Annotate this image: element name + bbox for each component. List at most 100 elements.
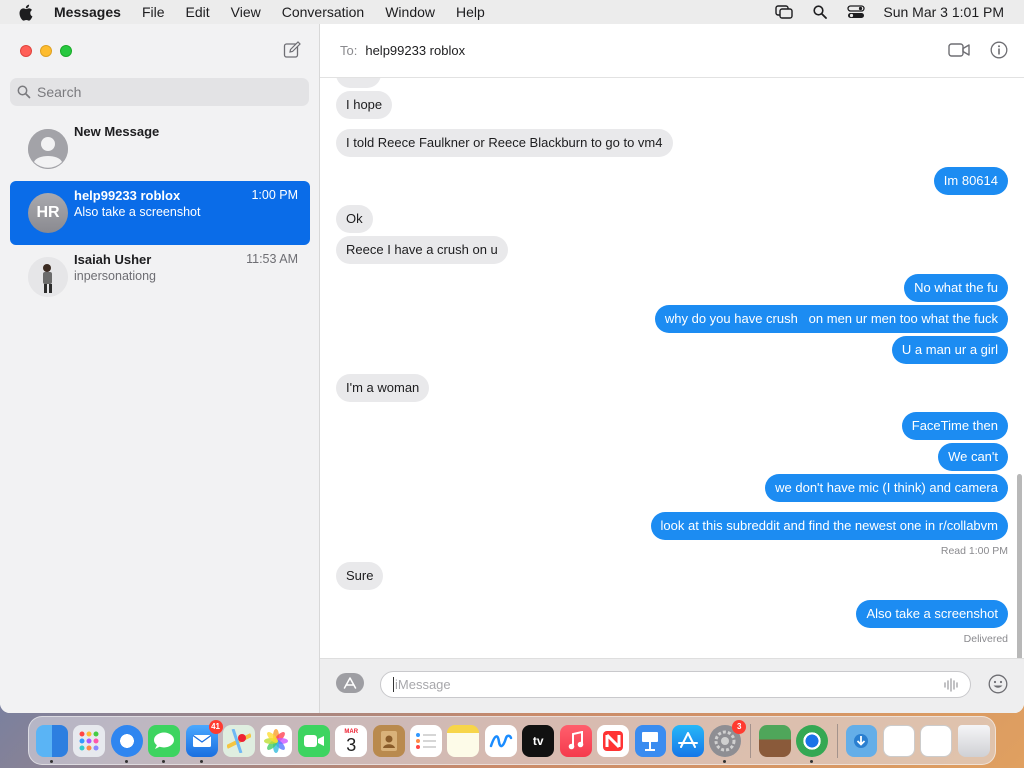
menu-file[interactable]: File: [142, 4, 165, 20]
settings-badge: 3: [732, 719, 747, 734]
transcript-scrollbar[interactable]: [1017, 474, 1022, 664]
running-indicator: [50, 759, 53, 763]
tv-label: tv: [532, 733, 544, 748]
audio-message-icon[interactable]: [944, 678, 960, 695]
app-store-icon[interactable]: [671, 724, 704, 757]
outgoing-message[interactable]: We can't: [938, 443, 1008, 471]
outgoing-message[interactable]: No what the fu: [904, 274, 1008, 302]
recipient-name[interactable]: help99233 roblox: [365, 43, 465, 58]
apple-menu-icon[interactable]: [18, 3, 34, 21]
app-store-apps-button[interactable]: [336, 673, 364, 693]
reminders-icon[interactable]: [410, 724, 442, 757]
photos-icon[interactable]: [260, 724, 293, 757]
message-row: Reece I have a crush on u: [320, 236, 1024, 264]
calendar-day: 3: [346, 734, 357, 755]
facetime-video-icon[interactable]: [948, 43, 970, 60]
message-transcript[interactable]: I bet I hope I told Reece Faulkner or Re…: [320, 78, 1024, 658]
incoming-message[interactable]: I'm a woman: [336, 374, 430, 402]
incoming-message[interactable]: I bet: [336, 78, 382, 88]
launchpad-icon[interactable]: [73, 724, 106, 757]
incoming-message[interactable]: I hope: [336, 91, 393, 119]
to-label: To:: [340, 43, 358, 58]
finder-icon[interactable]: [36, 724, 68, 763]
system-settings-icon[interactable]: 3: [709, 719, 747, 763]
outgoing-message[interactable]: FaceTime then: [901, 412, 1008, 440]
message-row: I'm a woman: [320, 374, 1024, 402]
music-icon[interactable]: [559, 724, 592, 757]
outgoing-message[interactable]: Im 80614: [933, 167, 1008, 195]
message-input[interactable]: iMessage: [380, 671, 971, 698]
chrome-icon[interactable]: [796, 724, 829, 763]
compose-icon[interactable]: [283, 41, 301, 59]
freeform-icon[interactable]: [484, 724, 517, 757]
menu-view[interactable]: View: [231, 4, 261, 20]
outgoing-message[interactable]: we don't have mic (I think) and camera: [765, 474, 1008, 502]
message-row: I hope: [320, 91, 1024, 119]
chat-header: To: help99233 roblox: [320, 24, 1024, 78]
outgoing-message[interactable]: look at this subreddit and find the newe…: [650, 512, 1008, 540]
minecraft-icon[interactable]: [758, 724, 791, 757]
keynote-icon[interactable]: [634, 724, 667, 757]
conversation-help99233-roblox[interactable]: HR help99233 roblox Also take a screensh…: [10, 181, 310, 245]
incoming-message[interactable]: I told Reece Faulkner or Reece Blackburn…: [336, 129, 673, 157]
emoji-icon[interactable]: [988, 674, 1008, 694]
message-row: look at this subreddit and find the newe…: [320, 512, 1024, 540]
running-indicator: [162, 759, 166, 763]
screenshot-thumbnail-icon[interactable]: [882, 724, 915, 757]
screenshot-thumbnail-icon[interactable]: [920, 724, 953, 757]
search-placeholder: Search: [37, 84, 82, 100]
message-composer: iMessage: [320, 658, 1024, 713]
menu-conversation[interactable]: Conversation: [282, 4, 365, 20]
read-receipt: Read 1:00 PM: [940, 545, 1008, 557]
running-indicator: [810, 759, 814, 763]
conversation-isaiah-usher[interactable]: Isaiah Usher inpersonationg 11:53 AM: [10, 245, 310, 309]
message-row: why do you have crush on men ur men too …: [320, 305, 1024, 333]
facetime-icon[interactable]: [297, 724, 330, 757]
menu-bar-clock[interactable]: Sun Mar 3 1:01 PM: [883, 4, 1004, 20]
safari-icon[interactable]: [110, 724, 143, 763]
conversation-new-message[interactable]: New Message: [10, 117, 310, 181]
running-indicator: [723, 759, 727, 763]
contacts-icon[interactable]: [372, 724, 405, 757]
messages-icon[interactable]: [148, 724, 181, 763]
running-indicator: [124, 759, 128, 763]
incoming-message[interactable]: Ok: [336, 205, 373, 233]
mail-badge: 41: [208, 719, 223, 734]
avatar: [28, 129, 68, 169]
message-row: Sure: [320, 562, 1024, 590]
news-icon[interactable]: [597, 724, 629, 757]
window-controls: [20, 45, 72, 57]
maximize-window-button[interactable]: [60, 45, 72, 57]
screen-mirroring-icon[interactable]: [775, 5, 794, 19]
text-caret: [393, 677, 394, 692]
menu-edit[interactable]: Edit: [186, 4, 210, 20]
calendar-icon[interactable]: MAR 3: [335, 724, 368, 757]
menu-window[interactable]: Window: [385, 4, 435, 20]
trash-icon[interactable]: [957, 724, 990, 757]
notes-icon[interactable]: [447, 724, 480, 757]
info-icon[interactable]: [990, 41, 1008, 62]
menu-bar: Messages File Edit View Conversation Win…: [0, 0, 1024, 24]
search-icon: [17, 85, 31, 99]
maps-icon[interactable]: [223, 724, 255, 757]
mail-icon[interactable]: 41: [185, 719, 223, 763]
menu-app-name[interactable]: Messages: [54, 4, 121, 20]
outgoing-message[interactable]: Also take a screenshot: [856, 600, 1008, 628]
incoming-message[interactable]: Reece I have a crush on u: [336, 236, 508, 264]
close-window-button[interactable]: [20, 45, 32, 57]
menu-help[interactable]: Help: [456, 4, 485, 20]
spotlight-search-icon[interactable]: [811, 5, 829, 19]
outgoing-message[interactable]: why do you have crush on men ur men too …: [654, 305, 1008, 333]
minimize-window-button[interactable]: [40, 45, 52, 57]
conversation-preview: inpersonationg: [74, 269, 157, 283]
conversation-name: New Message: [74, 124, 160, 139]
downloads-folder-icon[interactable]: [845, 724, 878, 757]
message-row: FaceTime then: [320, 412, 1024, 440]
outgoing-message[interactable]: U a man ur a girl: [891, 336, 1008, 364]
search-field[interactable]: Search: [10, 78, 309, 106]
avatar: HR: [28, 193, 68, 233]
apple-tv-icon[interactable]: tv: [522, 724, 555, 757]
conversation-time: 11:53 AM: [246, 252, 298, 266]
control-center-icon[interactable]: [847, 5, 866, 19]
incoming-message[interactable]: Sure: [336, 562, 384, 590]
